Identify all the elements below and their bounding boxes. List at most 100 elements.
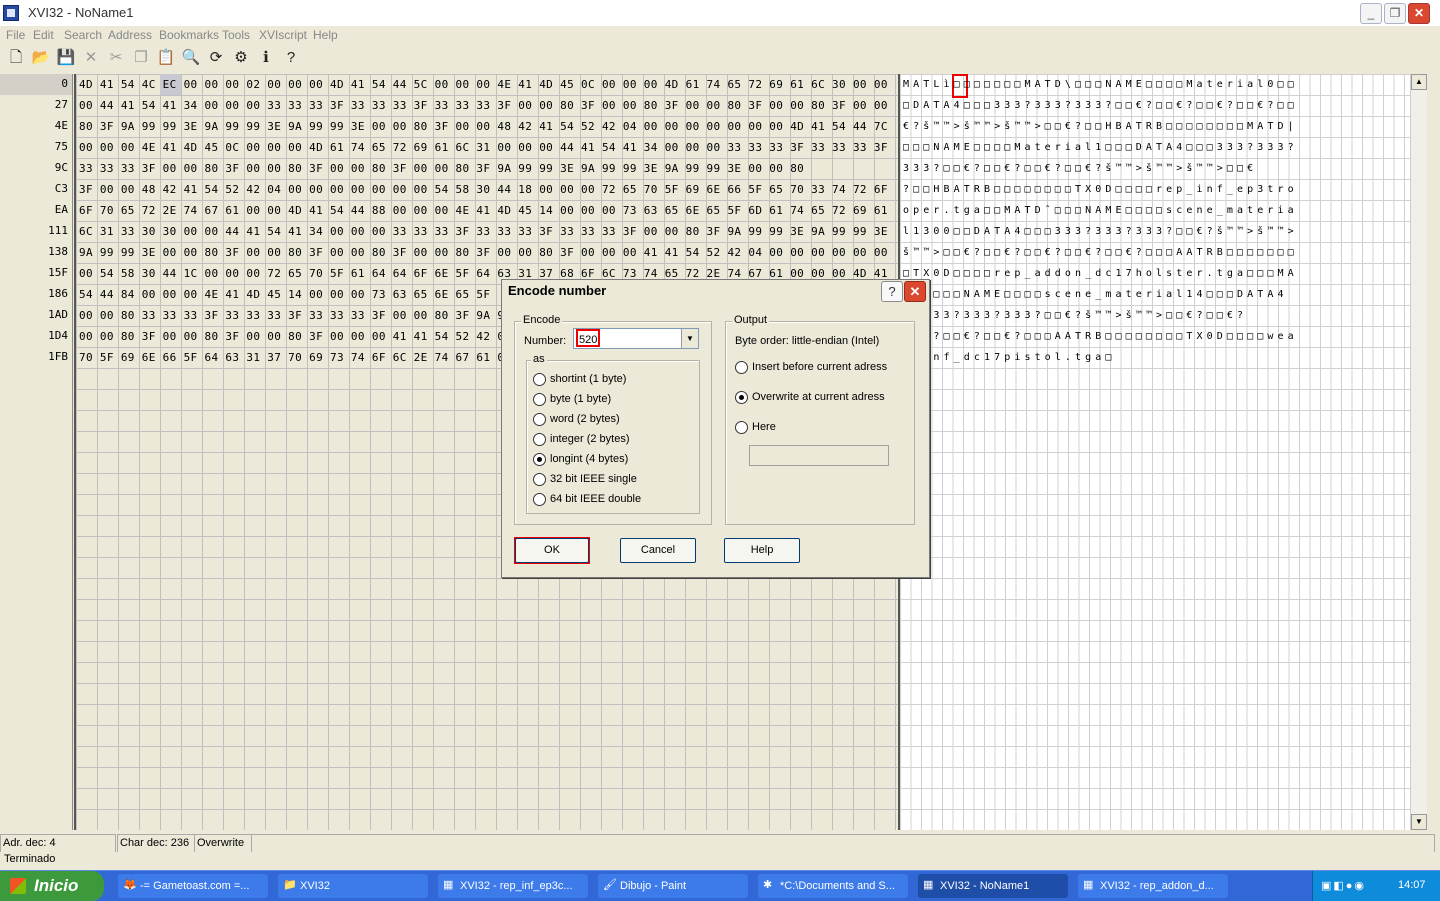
dialog-close-icon[interactable]: ✕ <box>904 281 926 302</box>
encode-number-dialog: Encode number ? ✕ Encode Number: 520 ▼ a… <box>501 279 930 578</box>
text-row[interactable]: š™™>□□€?□□€?□□€?□□€?□□€?□□□AATRB□□□□□□□ <box>903 242 1298 263</box>
text-pane[interactable]: MATLì□□□□□□□MATD\□□□NAME□□□□Material0□□ … <box>898 74 1410 830</box>
copy-icon[interactable]: ❐ <box>131 48 151 68</box>
xvi32-icon: ▦ <box>443 879 454 891</box>
option-word[interactable]: word (2 bytes) <box>550 413 620 425</box>
hex-row[interactable]: 4D 41 54 4C EC 00 00 00 02 00 00 00 4D 4… <box>79 74 888 95</box>
find-icon[interactable]: 🔍 <box>181 48 201 68</box>
hex-row[interactable]: 6F 70 65 72 2E 74 67 61 00 00 4D 41 54 4… <box>79 200 888 221</box>
radio-overwrite[interactable] <box>735 391 748 404</box>
option-ieee-double[interactable]: 64 bit IEEE double <box>550 493 641 505</box>
text-row[interactable]: □□€?□□€?□□€?□□□AATRB□□□□□□□□TX0D□□□□wea <box>903 326 1298 347</box>
here-address-field[interactable] <box>749 445 889 466</box>
menu-search[interactable]: Search <box>64 28 102 42</box>
hex-row[interactable]: 33 33 33 3F 00 00 80 3F 00 00 80 3F 00 0… <box>79 158 804 179</box>
minimize-button[interactable]: _ <box>1360 3 1382 24</box>
close-button[interactable]: ✕ <box>1408 3 1430 24</box>
hex-row[interactable]: 00 00 80 33 33 33 3F 33 33 33 3F 33 33 3… <box>79 305 504 326</box>
radio-byte[interactable] <box>533 393 546 406</box>
menu-help[interactable]: Help <box>313 28 338 42</box>
task-documents[interactable]: ✱ *C:\Documents and S... <box>758 874 908 898</box>
text-row[interactable]: □DATA4□□□333?333?333?□□€?□□€?□□€?□□€?□□ <box>903 95 1298 116</box>
text-row[interactable]: □□333?333?333?□□€?š™™>š™™>□□€?□□€? <box>903 305 1247 326</box>
radio-integer[interactable] <box>533 433 546 446</box>
context-help-icon[interactable]: ? <box>281 48 301 68</box>
text-row[interactable]: €?š™™>š™™>š™™>□□€?□□HBATRB□□□□□□□□MATD| <box>903 116 1298 137</box>
text-row[interactable]: 333?□□€?□□€?□□€?□□€?š™™>š™™>š™™>□□€ <box>903 158 1257 179</box>
option-longint[interactable]: longint (4 bytes) <box>550 453 628 465</box>
system-tray: ▣◧●◉ 14:07 <box>1312 871 1440 901</box>
menu-edit[interactable]: Edit <box>33 28 54 42</box>
text-row[interactable]: □TX0D□□□□rep_addon_dc17holster.tga□□□MA <box>903 263 1298 284</box>
paint-icon: 🖌 <box>603 879 617 891</box>
task-xvi32-ep3[interactable]: ▦ XVI32 - rep_inf_ep3c... <box>438 874 588 898</box>
task-paint[interactable]: 🖌 Dibujo - Paint <box>598 874 748 898</box>
ok-button[interactable]: OK <box>515 538 589 563</box>
option-byte[interactable]: byte (1 byte) <box>550 393 611 405</box>
dialog-help-icon[interactable]: ? <box>881 281 903 302</box>
status-char: Char dec: 236 <box>117 834 195 853</box>
text-row[interactable]: l1300□□DATA4□□□333?333?333?□□€?š™™>š™™> <box>903 221 1298 242</box>
address-label: 0 <box>61 77 68 90</box>
script-icon[interactable]: ⚙ <box>231 48 251 68</box>
open-folder-icon[interactable]: 📂 <box>31 48 51 68</box>
option-integer[interactable]: integer (2 bytes) <box>550 433 629 445</box>
tray-icons[interactable]: ▣◧●◉ <box>1321 879 1366 892</box>
task-firefox[interactable]: 🦊 -= Gametoast.com =... <box>118 874 268 898</box>
option-insert-before[interactable]: Insert before current adress <box>752 361 887 373</box>
encode-group-label: Encode <box>521 314 563 326</box>
delete-icon[interactable]: ✕ <box>81 48 101 68</box>
option-here[interactable]: Here <box>752 421 776 433</box>
start-button[interactable]: Inicio <box>0 871 104 901</box>
menu-file[interactable]: File <box>6 28 25 42</box>
text-row[interactable]: ?□□HBATRB□□□□□□□□TX0D□□□□rep_inf_ep3tro <box>903 179 1298 200</box>
radio-here[interactable] <box>735 421 748 434</box>
radio-ieee-double[interactable] <box>533 493 546 506</box>
scroll-up-icon[interactable]: ▲ <box>1411 74 1427 90</box>
text-row[interactable]: □□□NAME□□□□Material1□□□DATA4□□□333?333? <box>903 137 1298 158</box>
address-label: 1FB <box>48 350 68 363</box>
menu-tools[interactable]: Tools <box>222 28 250 42</box>
text-row[interactable]: MATLì□□□□□□□MATD\□□□NAME□□□□Material0□□ <box>903 74 1298 95</box>
info-icon[interactable]: ℹ <box>256 48 276 68</box>
number-value[interactable]: 520 <box>576 329 600 347</box>
hex-row[interactable]: 6C 31 33 30 30 00 00 44 41 54 41 34 00 0… <box>79 221 888 242</box>
task-explorer[interactable]: 📁 XVI32 <box>278 874 428 898</box>
scroll-down-icon[interactable]: ▼ <box>1411 814 1427 830</box>
task-xvi32-noname1[interactable]: ▦ XVI32 - NoName1 <box>918 874 1068 898</box>
help-button[interactable]: Help <box>724 538 800 563</box>
vertical-scrollbar[interactable]: ▲ ▼ <box>1410 74 1427 830</box>
option-overwrite[interactable]: Overwrite at current adress <box>752 391 885 403</box>
menu-address[interactable]: Address <box>108 28 152 42</box>
hex-row[interactable]: 3F 00 00 48 42 41 54 52 42 04 00 00 00 0… <box>79 179 888 200</box>
replace-icon[interactable]: ⟳ <box>206 48 226 68</box>
paste-icon[interactable]: 📋 <box>156 48 176 68</box>
save-icon[interactable]: 💾 <box>56 48 76 68</box>
radio-word[interactable] <box>533 413 546 426</box>
task-xvi32-addon[interactable]: ▦ XVI32 - rep_addon_d... <box>1078 874 1228 898</box>
hex-row[interactable]: 00 00 00 4E 41 4D 45 0C 00 00 00 4D 61 7… <box>79 137 888 158</box>
cut-icon[interactable]: ✂ <box>106 48 126 68</box>
radio-insert-before[interactable] <box>735 361 748 374</box>
menu-bookmarks[interactable]: Bookmarks <box>159 28 219 42</box>
radio-shortint[interactable] <box>533 373 546 386</box>
radio-ieee-single[interactable] <box>533 473 546 486</box>
chevron-down-icon[interactable]: ▼ <box>681 329 698 348</box>
new-file-icon[interactable]: 🗋 <box>6 48 26 68</box>
hex-row[interactable]: 54 44 84 00 00 00 4E 41 4D 45 14 00 00 0… <box>79 284 490 305</box>
hex-row[interactable]: 80 3F 9A 99 99 3E 9A 99 99 3E 9A 99 99 3… <box>79 116 888 137</box>
number-combobox[interactable]: 520 ▼ <box>573 328 699 349</box>
text-row[interactable]: p_inf_dc17pistol.tga□ <box>903 347 1116 368</box>
option-ieee-single[interactable]: 32 bit IEEE single <box>550 473 637 485</box>
restore-button[interactable]: ❐ <box>1384 3 1406 24</box>
hex-row[interactable]: 00 44 41 54 41 34 00 00 00 33 33 33 3F 3… <box>79 95 888 116</box>
radio-longint[interactable] <box>533 453 546 466</box>
hex-row[interactable]: 70 5F 69 6E 66 5F 64 63 31 37 70 69 73 7… <box>79 347 504 368</box>
hex-row[interactable]: 00 00 80 3F 00 00 80 3F 00 00 80 3F 00 0… <box>79 326 504 347</box>
cancel-button[interactable]: Cancel <box>620 538 696 563</box>
hex-row[interactable]: 9A 99 99 3E 00 00 80 3F 00 00 80 3F 00 0… <box>79 242 888 263</box>
menu-xviscript[interactable]: XVIscript <box>259 28 307 42</box>
text-row[interactable]: TD„□□□NAME□□□□scene_material14□□□DATA4 <box>903 284 1288 305</box>
option-shortint[interactable]: shortint (1 byte) <box>550 373 626 385</box>
text-row[interactable]: oper.tga□□MATDˆ□□□NAME□□□□scene_materia <box>903 200 1298 221</box>
